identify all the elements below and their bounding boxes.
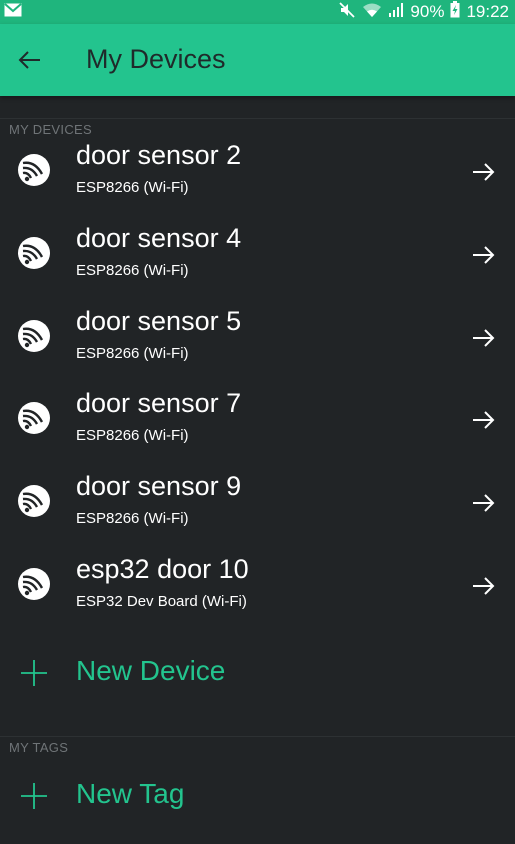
arrow-right-icon[interactable] <box>471 162 495 182</box>
device-type: ESP8266 (Wi-Fi) <box>76 427 189 444</box>
device-name: door sensor 9 <box>76 471 242 501</box>
mail-icon <box>4 2 22 22</box>
device-name: door sensor 7 <box>76 388 242 418</box>
device-row[interactable]: door sensor 2 ESP8266 (Wi-Fi) <box>0 134 515 216</box>
espressif-chip-icon <box>18 485 50 517</box>
battery-charging-icon <box>450 1 460 23</box>
status-bar: 90% 19:22 <box>0 0 515 24</box>
plus-icon <box>21 660 47 686</box>
device-name: door sensor 4 <box>76 223 242 253</box>
device-type: ESP8266 (Wi-Fi) <box>76 179 189 196</box>
device-type: ESP8266 (Wi-Fi) <box>76 345 189 362</box>
plus-icon <box>21 783 47 809</box>
device-name: esp32 door 10 <box>76 554 249 584</box>
espressif-chip-icon <box>18 237 50 269</box>
arrow-right-icon[interactable] <box>471 410 495 430</box>
device-row[interactable]: door sensor 5 ESP8266 (Wi-Fi) <box>0 300 515 382</box>
back-button[interactable] <box>18 50 42 70</box>
app-bar: My Devices <box>0 24 515 96</box>
battery-percent: 90% <box>410 2 445 21</box>
wifi-icon <box>362 2 382 23</box>
new-device-label: New Device <box>76 655 226 686</box>
device-type: ESP32 Dev Board (Wi-Fi) <box>76 593 247 610</box>
device-name: door sensor 5 <box>76 306 242 336</box>
espressif-chip-icon <box>18 320 50 352</box>
espressif-chip-icon <box>18 568 50 600</box>
arrow-left-icon <box>18 51 40 69</box>
status-right: 90% 19:22 <box>338 1 509 24</box>
device-row[interactable]: esp32 door 10 ESP32 Dev Board (Wi-Fi) <box>0 548 515 630</box>
signal-icon <box>388 2 404 23</box>
mute-icon <box>338 1 356 24</box>
status-left <box>4 2 22 22</box>
device-type: ESP8266 (Wi-Fi) <box>76 510 189 527</box>
page-title: My Devices <box>86 44 226 74</box>
device-row[interactable]: door sensor 7 ESP8266 (Wi-Fi) <box>0 382 515 464</box>
device-row[interactable]: door sensor 9 ESP8266 (Wi-Fi) <box>0 465 515 547</box>
new-tag-label: New Tag <box>76 778 185 809</box>
arrow-right-icon[interactable] <box>471 576 495 596</box>
arrow-right-icon[interactable] <box>471 328 495 348</box>
section-header-tags: MY TAGS <box>0 736 515 756</box>
clock: 19:22 <box>466 2 509 21</box>
device-row[interactable]: door sensor 4 ESP8266 (Wi-Fi) <box>0 217 515 299</box>
arrow-right-icon[interactable] <box>471 245 495 265</box>
device-type: ESP8266 (Wi-Fi) <box>76 262 189 279</box>
espressif-chip-icon <box>18 402 50 434</box>
new-tag-button[interactable]: New Tag <box>0 766 515 826</box>
new-device-button[interactable]: New Device <box>0 643 515 703</box>
espressif-chip-icon <box>18 154 50 186</box>
device-name: door sensor 2 <box>76 140 242 170</box>
arrow-right-icon[interactable] <box>471 493 495 513</box>
